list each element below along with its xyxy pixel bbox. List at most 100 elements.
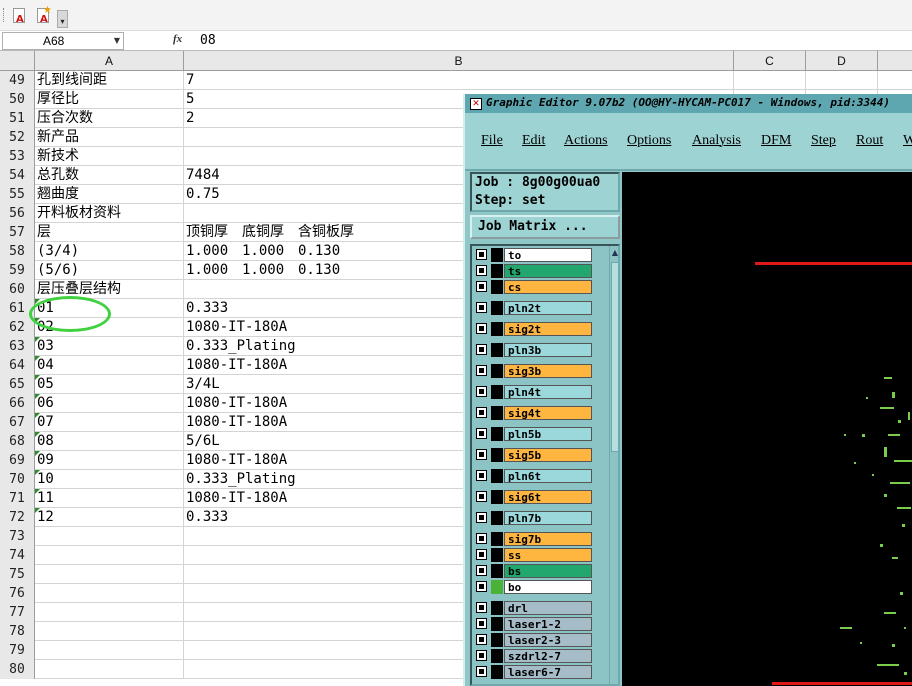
cell-a[interactable]: 11: [35, 489, 184, 508]
cell-a[interactable]: [35, 527, 184, 546]
cell-a[interactable]: 09: [35, 451, 184, 470]
layer-checkbox[interactable]: [476, 281, 487, 292]
row-header[interactable]: 73: [0, 527, 35, 546]
row-header[interactable]: 49: [0, 71, 35, 90]
layer-checkbox[interactable]: [476, 323, 487, 334]
cell-a[interactable]: (5/6): [35, 261, 184, 280]
row-header[interactable]: 53: [0, 147, 35, 166]
cell-d[interactable]: [806, 71, 878, 90]
layer-name[interactable]: pln6t: [504, 469, 592, 483]
layer-item[interactable]: sig5b: [474, 448, 592, 462]
layer-name[interactable]: laser6-7: [504, 665, 592, 679]
column-header-a[interactable]: A: [35, 51, 184, 71]
cell-a[interactable]: [35, 622, 184, 641]
select-all-corner[interactable]: [0, 51, 35, 71]
row-header[interactable]: 62: [0, 318, 35, 337]
menu-step[interactable]: Step: [811, 133, 836, 149]
row-header[interactable]: 77: [0, 603, 35, 622]
layer-item[interactable]: laser2-3: [474, 633, 592, 647]
cell-a[interactable]: 开料板材资料: [35, 204, 184, 223]
pdf-settings-button[interactable]: A ★: [34, 5, 52, 25]
layer-checkbox[interactable]: [476, 249, 487, 260]
layer-name[interactable]: pln4t: [504, 385, 592, 399]
cell-a[interactable]: [35, 660, 184, 679]
layer-name[interactable]: cs: [504, 280, 592, 294]
layer-item[interactable]: laser6-7: [474, 665, 592, 679]
layer-checkbox[interactable]: [476, 565, 487, 576]
layer-item[interactable]: bo: [474, 580, 592, 594]
layer-display-swatch[interactable]: [491, 364, 503, 378]
row-header[interactable]: 50: [0, 90, 35, 109]
row-header[interactable]: 79: [0, 641, 35, 660]
cell-a[interactable]: 总孔数: [35, 166, 184, 185]
layer-item[interactable]: laser1-2: [474, 617, 592, 631]
layer-checkbox[interactable]: [476, 302, 487, 313]
layer-checkbox[interactable]: [476, 344, 487, 355]
layer-checkbox[interactable]: [476, 581, 487, 592]
row-header[interactable]: 67: [0, 413, 35, 432]
scroll-thumb[interactable]: [611, 262, 618, 452]
row-header[interactable]: 74: [0, 546, 35, 565]
layer-checkbox[interactable]: [476, 470, 487, 481]
layer-item[interactable]: sig4t: [474, 406, 592, 420]
layer-checkbox[interactable]: [476, 428, 487, 439]
layer-name[interactable]: ts: [504, 264, 592, 278]
menu-actions[interactable]: Actions: [564, 133, 608, 149]
job-matrix-button[interactable]: Job Matrix ...: [470, 215, 620, 239]
layer-display-swatch[interactable]: [491, 385, 503, 399]
layer-item[interactable]: pln2t: [474, 301, 592, 315]
cell-a[interactable]: 08: [35, 432, 184, 451]
layer-display-swatch[interactable]: [491, 532, 503, 546]
row-header[interactable]: 64: [0, 356, 35, 375]
row-header[interactable]: 75: [0, 565, 35, 584]
layer-item[interactable]: sig6t: [474, 490, 592, 504]
layer-checkbox[interactable]: [476, 386, 487, 397]
name-box[interactable]: A68 ▼: [2, 32, 124, 50]
layer-name[interactable]: sig3b: [504, 364, 592, 378]
layer-name[interactable]: sig7b: [504, 532, 592, 546]
row-header[interactable]: 72: [0, 508, 35, 527]
scroll-up-icon[interactable]: ▲: [610, 246, 618, 260]
cell-a[interactable]: [35, 641, 184, 660]
row-header[interactable]: 69: [0, 451, 35, 470]
layer-item[interactable]: to: [474, 248, 592, 262]
layer-name[interactable]: drl: [504, 601, 592, 615]
layer-checkbox[interactable]: [476, 512, 487, 523]
row-header[interactable]: 66: [0, 394, 35, 413]
cell-a[interactable]: 06: [35, 394, 184, 413]
layer-display-swatch[interactable]: [491, 490, 503, 504]
row-header[interactable]: 68: [0, 432, 35, 451]
row-header[interactable]: 58: [0, 242, 35, 261]
cell-a[interactable]: [35, 584, 184, 603]
layer-display-swatch[interactable]: [491, 617, 503, 631]
layer-checkbox[interactable]: [476, 365, 487, 376]
row-header[interactable]: 52: [0, 128, 35, 147]
cell-a[interactable]: 07: [35, 413, 184, 432]
layer-item[interactable]: ss: [474, 548, 592, 562]
row-header[interactable]: 59: [0, 261, 35, 280]
cell-a[interactable]: [35, 546, 184, 565]
layer-name[interactable]: pln3b: [504, 343, 592, 357]
menu-options[interactable]: Options: [627, 133, 671, 149]
layer-name[interactable]: sig4t: [504, 406, 592, 420]
layer-checkbox[interactable]: [476, 265, 487, 276]
row-header[interactable]: 51: [0, 109, 35, 128]
layer-item[interactable]: pln6t: [474, 469, 592, 483]
cell-a[interactable]: 04: [35, 356, 184, 375]
row-header[interactable]: 54: [0, 166, 35, 185]
layer-name[interactable]: ss: [504, 548, 592, 562]
menu-window[interactable]: W: [903, 133, 912, 149]
cell-a[interactable]: [35, 565, 184, 584]
layer-name[interactable]: bs: [504, 564, 592, 578]
cell-a[interactable]: 翘曲度: [35, 185, 184, 204]
row-header[interactable]: 56: [0, 204, 35, 223]
menu-file[interactable]: File: [481, 133, 503, 149]
cell-b[interactable]: 7: [184, 71, 734, 90]
row-header[interactable]: 57: [0, 223, 35, 242]
layer-item[interactable]: bs: [474, 564, 592, 578]
cell-a[interactable]: 新产品: [35, 128, 184, 147]
formula-input[interactable]: 08: [200, 33, 216, 48]
function-icon[interactable]: fx: [173, 33, 182, 45]
layer-name[interactable]: pln5b: [504, 427, 592, 441]
layer-item[interactable]: sig2t: [474, 322, 592, 336]
